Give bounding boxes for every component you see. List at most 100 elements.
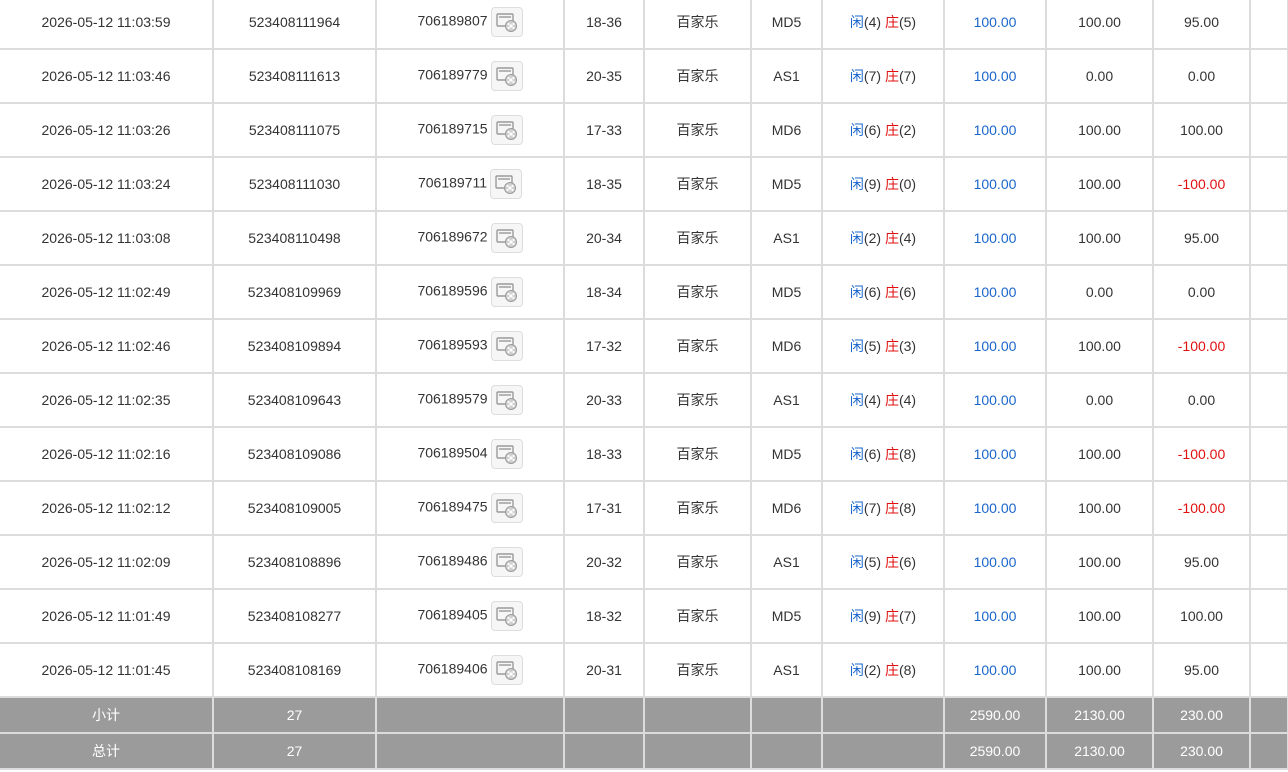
seat-number: 20-31 xyxy=(564,643,645,698)
result-cell: 闲(4) 庄(5) xyxy=(822,0,945,50)
video-replay-icon[interactable] xyxy=(490,331,523,361)
order-number: 523408108896 xyxy=(213,535,377,590)
bet-amount: 100.00 xyxy=(944,589,1047,644)
empty-cell xyxy=(751,697,823,734)
win-loss: 0.00 xyxy=(1153,373,1251,428)
valid-bet: 100.00 xyxy=(1046,643,1154,698)
order-number: 523408109086 xyxy=(213,427,377,482)
player-points: 4 xyxy=(868,14,877,30)
empty-cell xyxy=(564,733,645,770)
bet-amount: 100.00 xyxy=(944,103,1047,158)
empty-cell xyxy=(1250,481,1288,536)
video-replay-icon[interactable] xyxy=(490,601,523,631)
video-replay-icon[interactable] xyxy=(490,7,523,37)
player-label: 闲 xyxy=(849,500,864,516)
bet-amount: 100.00 xyxy=(944,643,1047,698)
order-number: 523408111075 xyxy=(213,103,377,158)
bet-time: 2026-05-12 11:03:46 xyxy=(0,49,214,104)
round-cell: 706189406 xyxy=(376,643,565,698)
table-code: AS1 xyxy=(751,535,823,590)
subtotal-label: 小计 xyxy=(0,697,214,734)
bet-amount: 100.00 xyxy=(944,157,1047,212)
round-number: 706189711 xyxy=(417,174,488,191)
round-number: 706189486 xyxy=(417,552,488,569)
valid-bet: 0.00 xyxy=(1046,373,1154,428)
round-cell: 706189596 xyxy=(376,265,565,320)
video-replay-icon[interactable] xyxy=(490,223,523,253)
player-label: 闲 xyxy=(849,68,864,84)
video-replay-icon[interactable] xyxy=(490,385,523,415)
banker-points: 6 xyxy=(903,554,912,570)
table-row: 2026-05-12 11:02:12 523408109005 706189475… xyxy=(0,481,1288,536)
banker-label: 庄 xyxy=(884,554,899,570)
round-number: 706189406 xyxy=(417,660,488,677)
video-replay-icon[interactable] xyxy=(490,61,523,91)
player-points: 5 xyxy=(868,554,877,570)
banker-points: 3 xyxy=(903,338,912,354)
table-row: 2026-05-12 11:03:46 523408111613 706189779… xyxy=(0,49,1288,104)
video-replay-icon[interactable] xyxy=(490,547,523,577)
seat-number: 18-33 xyxy=(564,427,645,482)
video-replay-icon[interactable] xyxy=(490,277,523,307)
bet-time: 2026-05-12 11:02:46 xyxy=(0,319,214,374)
empty-cell xyxy=(644,733,752,770)
result-cell: 闲(6) 庄(8) xyxy=(822,427,945,482)
game-name: 百家乐 xyxy=(644,319,752,374)
round-number: 706189405 xyxy=(417,606,488,623)
bet-amount: 100.00 xyxy=(944,211,1047,266)
table-code: AS1 xyxy=(751,211,823,266)
banker-label: 庄 xyxy=(884,122,899,138)
banker-label: 庄 xyxy=(884,284,899,300)
bet-time: 2026-05-12 11:02:12 xyxy=(0,481,214,536)
result-cell: 闲(7) 庄(8) xyxy=(822,481,945,536)
table-row: 2026-05-12 11:02:16 523408109086 706189504… xyxy=(0,427,1288,482)
video-replay-icon[interactable] xyxy=(490,493,523,523)
bet-time: 2026-05-12 11:02:35 xyxy=(0,373,214,428)
video-replay-icon[interactable] xyxy=(490,439,523,469)
empty-cell xyxy=(1250,697,1288,734)
bet-records-table: 2026-05-12 11:03:59 523408111964 706189807… xyxy=(0,0,1288,770)
result-cell: 闲(2) 庄(4) xyxy=(822,211,945,266)
game-name: 百家乐 xyxy=(644,373,752,428)
round-number: 706189593 xyxy=(417,336,488,353)
player-label: 闲 xyxy=(849,284,864,300)
table-row: 2026-05-12 11:03:26 523408111075 706189715… xyxy=(0,103,1288,158)
bet-amount: 100.00 xyxy=(944,373,1047,428)
result-cell: 闲(7) 庄(7) xyxy=(822,49,945,104)
valid-bet: 100.00 xyxy=(1046,0,1154,50)
table-code: MD5 xyxy=(751,427,823,482)
bet-time: 2026-05-12 11:03:08 xyxy=(0,211,214,266)
empty-cell xyxy=(1250,211,1288,266)
table-code: MD5 xyxy=(751,0,823,50)
total-valid: 2130.00 xyxy=(1046,733,1154,770)
table-code: MD5 xyxy=(751,265,823,320)
banker-label: 庄 xyxy=(884,446,899,462)
table-code: MD6 xyxy=(751,103,823,158)
player-points: 6 xyxy=(868,122,877,138)
empty-cell xyxy=(564,697,645,734)
win-loss: -100.00 xyxy=(1153,427,1251,482)
empty-cell xyxy=(1250,319,1288,374)
win-loss: 95.00 xyxy=(1153,535,1251,590)
bet-time: 2026-05-12 11:02:09 xyxy=(0,535,214,590)
total-winloss: 230.00 xyxy=(1153,733,1251,770)
order-number: 523408109969 xyxy=(213,265,377,320)
table-body: 2026-05-12 11:03:59 523408111964 706189807… xyxy=(0,0,1288,698)
player-points: 2 xyxy=(868,230,877,246)
round-cell: 706189807 xyxy=(376,0,565,50)
video-replay-icon[interactable] xyxy=(490,655,523,685)
player-points: 7 xyxy=(868,500,877,516)
round-cell: 706189486 xyxy=(376,535,565,590)
banker-label: 庄 xyxy=(884,14,899,30)
bet-amount: 100.00 xyxy=(944,319,1047,374)
subtotal-bet: 2590.00 xyxy=(944,697,1047,734)
table-row: 2026-05-12 11:03:59 523408111964 706189807… xyxy=(0,0,1288,50)
empty-cell xyxy=(1250,733,1288,770)
table-code: MD5 xyxy=(751,157,823,212)
empty-cell xyxy=(1250,643,1288,698)
order-number: 523408111964 xyxy=(213,0,377,50)
banker-points: 4 xyxy=(903,230,912,246)
video-replay-icon[interactable] xyxy=(490,115,523,145)
empty-cell xyxy=(1250,0,1288,50)
video-replay-icon[interactable] xyxy=(490,169,523,199)
